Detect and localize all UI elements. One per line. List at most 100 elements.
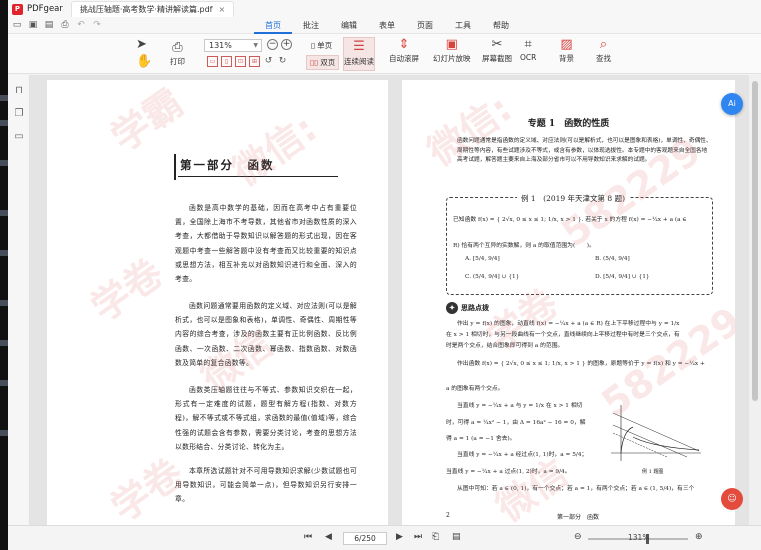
export-page-icon[interactable]: ⎗	[432, 532, 439, 542]
double-page-button[interactable]: ▯▯ 双页	[306, 55, 340, 70]
menu-home[interactable]: 首页	[254, 18, 292, 34]
solution-line: 作出函数 f(x) = { 2√x, 0 ≤ x ≤ 1; 1/x, x > 1…	[457, 361, 705, 367]
document-tab[interactable]: 挑战压轴题·高考数学·精讲解读篇.pdf ×	[70, 1, 235, 17]
solution-line: 时，可得 a = ¼x² − 1，由 Δ = 16a² − 16 = 0，解	[446, 420, 586, 426]
undo-icon[interactable]: ↶	[76, 20, 86, 30]
lightbulb-icon: ✦	[446, 302, 458, 314]
screenshot-button[interactable]: ✂ 屏幕截图	[482, 37, 512, 64]
redo-icon[interactable]: ↷	[92, 20, 102, 30]
fit-page-icon[interactable]: ▯	[221, 56, 232, 67]
document-tab-title: 挑战压轴题·高考数学·精讲解读篇.pdf	[79, 5, 213, 14]
background-button[interactable]: ▨ 背景	[559, 37, 574, 64]
zoom-select[interactable]: 131% ▼	[204, 39, 262, 52]
page-number-input[interactable]: 6/250	[343, 532, 387, 545]
fit-width-icon[interactable]: ▭	[207, 56, 218, 67]
double-page-icon: ▯▯	[310, 58, 319, 67]
find-label: 查找	[596, 54, 611, 63]
ai-assistant-button[interactable]: Ai	[721, 93, 743, 115]
menu-form[interactable]: 表单	[368, 18, 406, 34]
document-view[interactable]: 第一部分 函数 函数是高中数学的基础，因而在高考中占有重要位置，全国除上海市不考…	[30, 75, 761, 525]
zoom-out-icon[interactable]: ⊖	[574, 532, 582, 542]
vertical-scrollbar[interactable]	[749, 75, 761, 525]
title-underline	[178, 176, 338, 177]
menu-help[interactable]: 帮助	[482, 18, 520, 34]
rotate-left-icon[interactable]: ↺	[263, 56, 274, 67]
menu-page[interactable]: 页面	[406, 18, 444, 34]
close-tab-icon[interactable]: ×	[219, 5, 226, 14]
save-as-icon[interactable]: ▤	[44, 20, 54, 30]
save-icon[interactable]: ▣	[28, 20, 38, 30]
hand-tool-button[interactable]: ✋	[136, 54, 152, 70]
pages-icon[interactable]: ❐	[13, 108, 25, 120]
page-info-icon[interactable]: ▤	[452, 532, 461, 542]
function-graph	[611, 405, 701, 461]
zoom-out-button[interactable]: −	[267, 39, 278, 50]
hand-icon: ✋	[136, 54, 153, 69]
select-tool-button[interactable]: ➤	[136, 37, 147, 53]
slideshow-button[interactable]: ▣ 幻灯片放映	[433, 37, 471, 64]
chapter-title: 专题 1 函数的性质	[527, 119, 610, 129]
think-section-header: ✦ 思路点拨	[446, 302, 489, 314]
menu-annotate[interactable]: 批注	[292, 18, 330, 34]
bookmark-icon[interactable]: ⊓	[13, 85, 25, 97]
example-heading: 例 1 (2019 年天津文第 8 题)	[517, 193, 630, 204]
quick-access-toolbar: ▭ ▣ ▤ ⎙ ↶ ↷	[12, 20, 102, 30]
continuous-read-button[interactable]: ☰ 连续阅读	[343, 37, 375, 71]
first-page-icon[interactable]: ⏮	[304, 532, 312, 542]
single-page-icon: ▯	[311, 41, 316, 50]
menu-tools[interactable]: 工具	[444, 18, 482, 34]
watermark: 学霸	[103, 80, 191, 161]
actual-size-icon[interactable]: ⊡	[235, 56, 246, 67]
find-button[interactable]: ⌕ 查找	[596, 37, 611, 64]
solution-line: a 的图象有两个交点。	[446, 386, 504, 392]
ribbon-toolbar: ➤ ✋ ⎙ 打印 131% ▼ − + ▭ ▯ ⊡ ⊞ ↺ ↻ ▯ 单页 ▯▯	[8, 34, 761, 74]
print-quick-icon[interactable]: ⎙	[60, 20, 70, 30]
double-page-label: 双页	[320, 58, 336, 67]
single-page-button[interactable]: ▯ 单页	[308, 39, 335, 52]
scissors-icon: ✂	[491, 37, 503, 52]
continuous-read-label: 连续阅读	[344, 57, 374, 66]
solution-line: 得 a = 1 (a = −1 舍去)。	[446, 436, 516, 442]
feedback-button[interactable]: ☺	[721, 488, 743, 510]
fit-visible-icon[interactable]: ⊞	[249, 56, 260, 67]
zoom-in-button[interactable]: +	[281, 39, 292, 50]
paragraph-4: 本章所选试题针对不可用导数知识求解(少数试题也可用导数知识，可能会简单一点)，但…	[175, 467, 357, 504]
ocr-label: OCR	[520, 53, 537, 62]
menu-edit[interactable]: 编辑	[330, 18, 368, 34]
auto-scroll-button[interactable]: ⇕ 自动滚屏	[389, 37, 419, 64]
pdf-page-right: 专题 1 函数的性质 函数问题通常是指函数的定义域、对应法则(可以是解析式，也可…	[402, 80, 735, 525]
option-d: D. [5/4, 9/4] ∪ {1}	[595, 274, 650, 280]
paragraph-3: 函数类压轴题往往与不等式、参数知识交织在一起，形式有一定难度的试题，题型有解方程…	[175, 386, 357, 451]
zoom-in-icon[interactable]: ⊕	[695, 532, 703, 542]
next-page-icon[interactable]: ▶	[396, 532, 403, 542]
folder-icon[interactable]: ▭	[12, 20, 22, 30]
print-button[interactable]: ⎙ 打印	[170, 40, 185, 67]
rotate-right-icon[interactable]: ↻	[277, 56, 288, 67]
background-icon: ▨	[560, 37, 573, 52]
ocr-button[interactable]: ⌗ OCR	[520, 37, 536, 62]
auto-scroll-icon: ⇕	[398, 37, 410, 52]
solution-line: 作出 y = f(x) 的图象，动直线 f(x) = −¼x + a (a ∈ …	[457, 321, 680, 327]
previous-page-icon[interactable]: ◀	[325, 532, 332, 542]
scrollbar-thumb[interactable]	[752, 81, 758, 401]
option-a: A. [5/4, 9/4]	[465, 256, 500, 262]
zoom-percentage: 131%	[628, 533, 650, 542]
last-page-icon[interactable]: ⏭	[414, 532, 422, 542]
line-1	[612, 412, 700, 452]
page-number: 2	[446, 512, 450, 519]
paragraph-2: 函数问题通常要用函数的定义域、对应法则(可以是解析式，也可以是图象和表格)，单调…	[175, 302, 357, 367]
desktop-strip	[0, 0, 8, 550]
main-menu: 首页 批注 编辑 表单 页面 工具 帮助	[254, 18, 520, 34]
app-logo-icon: P	[12, 3, 23, 15]
screenshot-label: 屏幕截图	[482, 54, 512, 63]
solution-line: 当直线 y = −¼x + a 过点(1, 2)时，a = 9/4。	[446, 469, 571, 475]
slideshow-label: 幻灯片放映	[433, 54, 471, 63]
slideshow-icon: ▣	[445, 37, 458, 52]
single-page-label: 单页	[317, 41, 333, 50]
paragraph-1: 函数是高中数学的基础，因而在高考中占有重要位置，全国除上海市不考导数，其他省市对…	[175, 204, 357, 284]
comments-icon[interactable]: ▭	[13, 131, 25, 143]
title-bar-decoration	[174, 154, 176, 180]
option-c: C. (5/4, 9/4] ∪ {1}	[465, 274, 520, 280]
chevron-down-icon: ▼	[253, 42, 258, 49]
title-bar: P PDFgear 挑战压轴题·高考数学·精讲解读篇.pdf ×	[8, 0, 761, 18]
